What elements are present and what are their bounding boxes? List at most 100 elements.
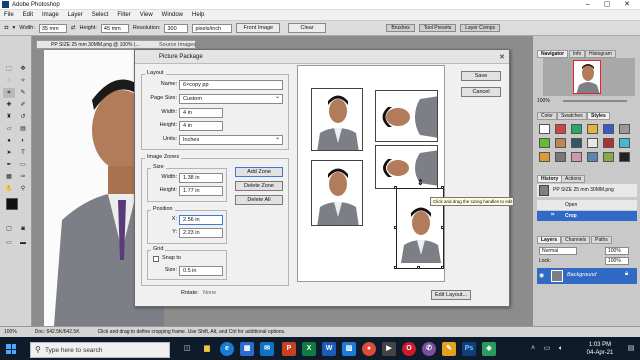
style-swatch[interactable]	[539, 138, 550, 148]
blend-mode-select[interactable]: Normal	[539, 247, 577, 255]
viber-icon[interactable]: ✆	[422, 342, 436, 356]
menu-window[interactable]: Window	[162, 12, 183, 18]
visibility-eye-icon[interactable]: ◉	[539, 272, 544, 279]
style-swatch[interactable]	[555, 138, 566, 148]
style-swatch[interactable]	[603, 138, 614, 148]
layer-row-background[interactable]: ◉ Background 🔒︎	[537, 268, 637, 284]
photo-zone[interactable]	[311, 88, 363, 151]
brushes-tab[interactable]: Brushes	[386, 24, 415, 32]
crop-tool-icon[interactable]: ⌗	[4, 23, 9, 33]
blur-tool-icon[interactable]: ●	[3, 136, 15, 146]
zone-height-input[interactable]: 1.77 in	[179, 186, 223, 196]
menu-file[interactable]: File	[4, 12, 14, 18]
style-swatch[interactable]	[539, 152, 550, 162]
history-snapshot[interactable]: PP SIZE 25 mm 30MM.png	[537, 184, 637, 197]
style-swatch[interactable]	[603, 152, 614, 162]
opacity-input[interactable]: 100%	[605, 247, 629, 255]
history-state-crop[interactable]: ⌗ Crop	[537, 211, 637, 221]
style-swatch[interactable]	[571, 152, 582, 162]
vpn-icon[interactable]: ◈	[482, 342, 496, 356]
eraser-tool-icon[interactable]: ▱	[3, 124, 15, 134]
layout-preview[interactable]: ⇕	[297, 65, 445, 282]
paint-icon[interactable]: ✎	[442, 342, 456, 356]
resize-handle[interactable]	[394, 226, 397, 229]
resize-handle[interactable]	[441, 226, 444, 229]
type-tool-icon[interactable]: T	[17, 148, 29, 158]
gradient-tool-icon[interactable]: ▤	[17, 124, 29, 134]
clock[interactable]: 1:03 PM 04-Apr-21	[580, 341, 620, 359]
notes-tool-icon[interactable]: ▦	[3, 172, 15, 182]
magic-wand-tool-icon[interactable]: ✧	[17, 76, 29, 86]
brush-tool-icon[interactable]: ✐	[17, 100, 29, 110]
front-image-button[interactable]: Front Image	[236, 23, 281, 33]
style-swatch[interactable]	[571, 124, 582, 134]
start-button-icon[interactable]	[6, 344, 16, 354]
dodge-tool-icon[interactable]: ◐	[17, 136, 29, 146]
healing-tool-icon[interactable]: ✚	[3, 100, 15, 110]
resize-handle[interactable]	[441, 266, 444, 269]
full-screen-mode-icon[interactable]: ▬	[17, 238, 29, 248]
color-tab[interactable]: Color	[537, 112, 557, 120]
move-tool-icon[interactable]: ✥	[17, 64, 29, 74]
stamp-tool-icon[interactable]: ♜	[3, 112, 15, 122]
layers-tab[interactable]: Layers	[537, 236, 562, 244]
resolution-unit-select[interactable]: pixels/inch	[192, 23, 233, 33]
menu-image[interactable]: Image	[42, 12, 59, 18]
delete-all-button[interactable]: Delete All	[235, 195, 283, 205]
histogram-tab[interactable]: Histogram	[585, 50, 616, 58]
page-size-select[interactable]: Custom	[179, 93, 283, 104]
style-swatch[interactable]	[571, 138, 582, 148]
snap-to-checkbox[interactable]	[153, 256, 159, 262]
status-doc-size[interactable]: Doc: 642.5K/642.5K	[35, 327, 80, 337]
mail-icon[interactable]: ✉	[260, 342, 274, 356]
clear-button[interactable]: Clear	[288, 23, 327, 33]
style-swatch[interactable]	[587, 138, 598, 148]
photo-zone[interactable]	[375, 145, 438, 189]
menu-help[interactable]: Help	[192, 12, 204, 18]
page-width-input[interactable]: 4 in	[179, 108, 223, 118]
units-select[interactable]: Inches	[179, 134, 283, 145]
save-button[interactable]: Save	[461, 71, 501, 81]
zone-y-input[interactable]: 2.23 in	[179, 228, 223, 238]
chrome-icon[interactable]: ●	[362, 342, 376, 356]
style-swatch[interactable]	[619, 124, 630, 134]
network-icon[interactable]: ▭	[540, 342, 554, 356]
rotate-value[interactable]: None	[203, 290, 216, 296]
resize-handle[interactable]	[394, 186, 397, 189]
history-tab[interactable]: History	[537, 175, 563, 183]
store-icon[interactable]: ▦	[240, 342, 254, 356]
screen-mode-icon[interactable]: ▭	[3, 238, 15, 248]
tool-presets-tab[interactable]: Tool Presets	[418, 24, 457, 32]
layout-name-input[interactable]: 6×copy pp	[179, 80, 283, 90]
dialog-close-icon[interactable]: ✕	[499, 53, 505, 61]
swatches-tab[interactable]: Swatches	[557, 112, 587, 120]
photos-icon[interactable]: ▨	[342, 342, 356, 356]
slice-tool-icon[interactable]: ✎	[17, 88, 29, 98]
edit-layout-button[interactable]: Edit Layout...	[431, 290, 471, 300]
quick-mask-icon[interactable]: ◙	[17, 224, 29, 234]
actions-tab[interactable]: Actions	[561, 175, 586, 183]
tool-preset-chevron-icon[interactable]: ▾	[13, 25, 16, 31]
notification-icon[interactable]: ▤	[624, 342, 638, 356]
menu-select[interactable]: Select	[92, 12, 109, 18]
crop-height-input[interactable]: 45 mm	[100, 23, 129, 33]
resize-handle[interactable]	[441, 186, 444, 189]
style-swatch[interactable]	[555, 124, 566, 134]
edge-icon[interactable]: e	[220, 342, 234, 356]
navigator-zoom-value[interactable]: 100%	[537, 98, 550, 104]
volume-icon[interactable]: 🔈︎	[554, 342, 568, 356]
photoshop-taskbar-icon[interactable]: Ps	[462, 342, 476, 356]
history-state-open[interactable]: Open	[537, 200, 637, 210]
window-controls[interactable]: – ▢ ✕	[586, 0, 636, 8]
media-icon[interactable]: ▶	[382, 342, 396, 356]
add-zone-button[interactable]: Add Zone	[235, 167, 283, 177]
menu-edit[interactable]: Edit	[23, 12, 33, 18]
styles-tab[interactable]: Styles	[587, 112, 610, 120]
status-zoom[interactable]: 100%	[4, 327, 17, 337]
cancel-button[interactable]: Cancel	[461, 87, 501, 97]
crop-tool-icon[interactable]: ⌗	[3, 88, 15, 98]
menu-filter[interactable]: Filter	[117, 12, 130, 18]
pen-tool-icon[interactable]: ✒	[3, 160, 15, 170]
foreground-color-swatch[interactable]	[6, 198, 18, 210]
style-swatch[interactable]	[587, 124, 598, 134]
